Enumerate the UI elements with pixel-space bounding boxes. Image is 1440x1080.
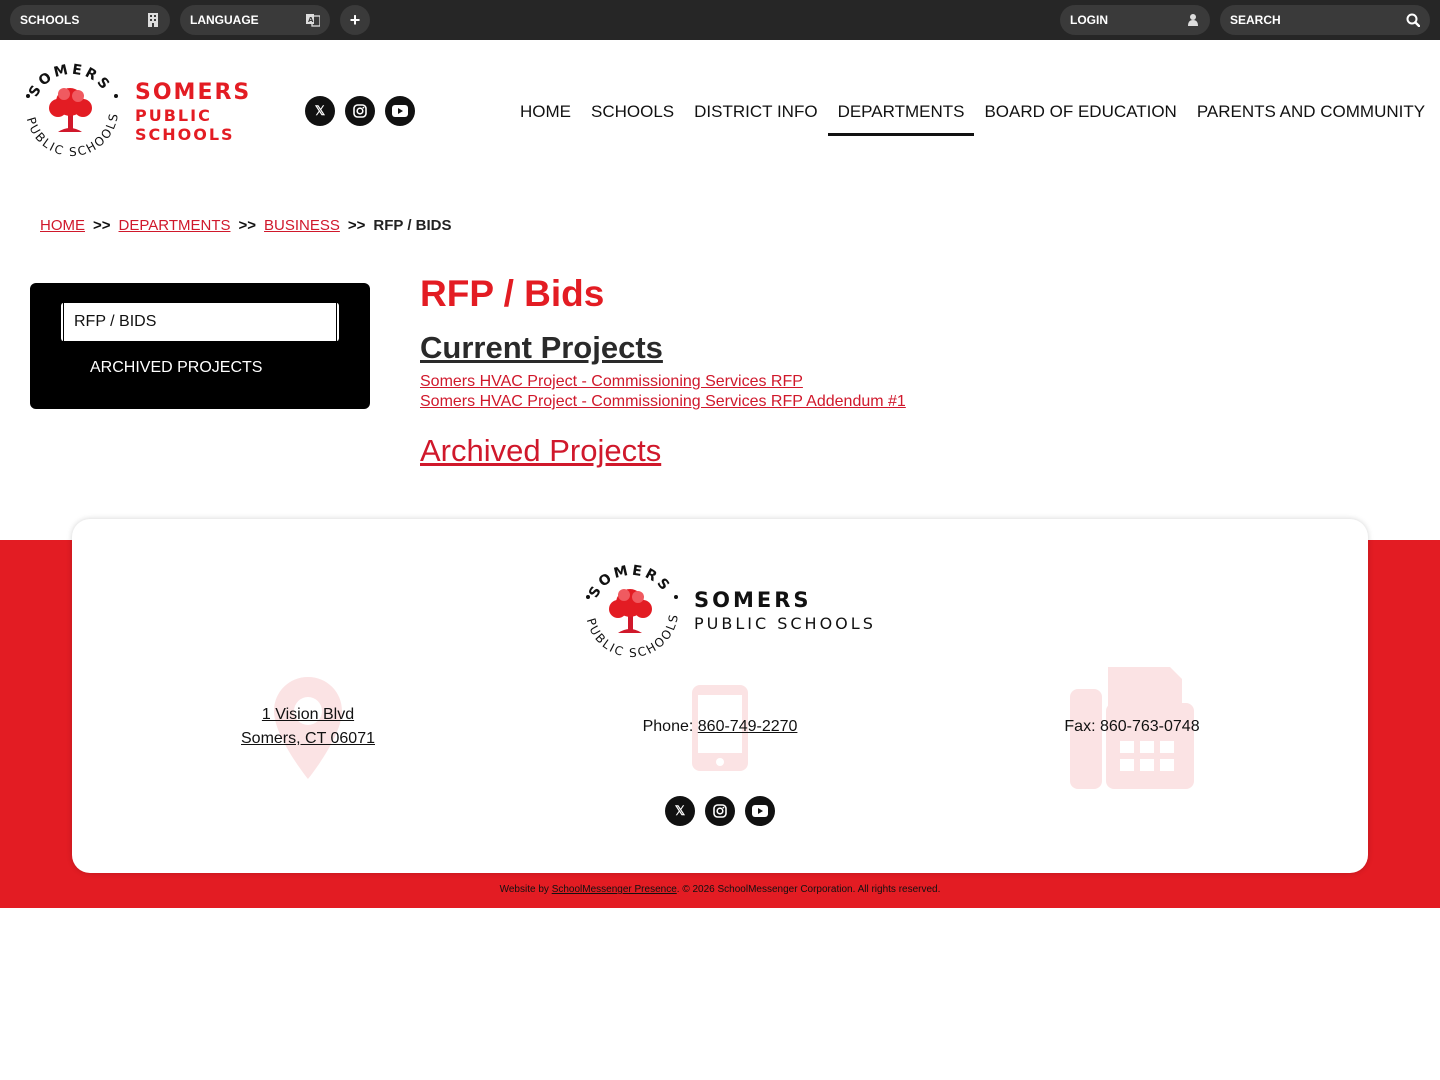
footer-district-name: SOMERS PUBLIC SCHOOLS (694, 587, 876, 635)
language-dropdown[interactable]: LANGUAGE A (180, 5, 330, 35)
copyright: Website by SchoolMessenger Presence. © 2… (0, 884, 1440, 895)
youtube-icon[interactable] (745, 796, 775, 826)
copyright-prefix: Website by (499, 884, 549, 895)
nav-parents-and-community[interactable]: PARENTS AND COMMUNITY (1187, 100, 1435, 136)
footer-fax: Fax: 860-763-0748 (1064, 718, 1200, 735)
main-navigation: HOME SCHOOLS DISTRICT INFO DEPARTMENTS B… (510, 100, 1435, 136)
footer-address: 1 Vision Blvd Somers, CT 06071 (202, 703, 414, 751)
schools-dropdown[interactable]: SCHOOLS (10, 5, 170, 35)
footer-social-links: 𝕏 (665, 796, 775, 826)
instagram-icon[interactable] (705, 796, 735, 826)
phone-number-link[interactable]: 860-749-2270 (698, 718, 798, 735)
breadcrumb-current: RFP / BIDS (373, 217, 452, 234)
copyright-suffix: . © 2026 SchoolMessenger Corporation. Al… (676, 884, 941, 895)
nav-departments[interactable]: DEPARTMENTS (827, 100, 975, 136)
breadcrumb-home[interactable]: HOME (40, 217, 85, 234)
building-icon (146, 13, 160, 27)
nav-schools[interactable]: SCHOOLS (581, 100, 684, 136)
search-box[interactable]: SEARCH (1220, 5, 1430, 35)
svg-text:A: A (308, 16, 314, 24)
district-name-line1: SOMERS (135, 80, 252, 105)
plus-icon[interactable]: + (340, 5, 370, 35)
section-sidebar: RFP / BIDS ARCHIVED PROJECTS (30, 283, 370, 409)
breadcrumb-business[interactable]: BUSINESS (264, 217, 340, 234)
district-name-line2: PUBLIC (135, 106, 212, 125)
schoolmessenger-link[interactable]: SchoolMessenger Presence (552, 884, 677, 895)
sidebar-item-rfp-bids[interactable]: RFP / BIDS (60, 303, 340, 341)
translate-icon: A (306, 13, 320, 27)
breadcrumb-departments[interactable]: DEPARTMENTS (119, 217, 231, 234)
current-projects-heading: Current Projects (420, 330, 663, 365)
footer-name-line2: PUBLIC SCHOOLS (694, 614, 876, 633)
search-icon[interactable] (1406, 13, 1420, 27)
user-icon (1186, 13, 1200, 27)
sidebar-item-archived-projects[interactable]: ARCHIVED PROJECTS (90, 359, 262, 377)
login-button[interactable]: LOGIN (1060, 5, 1210, 35)
footer-phone: Phone: 860-749-2270 (612, 715, 828, 739)
breadcrumb-separator: >> (93, 217, 111, 234)
login-label: LOGIN (1070, 13, 1108, 27)
archived-projects-link[interactable]: Archived Projects (420, 432, 906, 470)
address-line2[interactable]: Somers, CT 06071 (241, 730, 375, 747)
nav-board-of-education[interactable]: BOARD OF EDUCATION (974, 100, 1186, 136)
tree-icon (609, 589, 652, 633)
x-icon[interactable]: 𝕏 (665, 796, 695, 826)
district-name-line3: SCHOOLS (135, 125, 235, 144)
header-social-links: 𝕏 (305, 96, 415, 126)
x-icon[interactable]: 𝕏 (305, 96, 335, 126)
youtube-icon[interactable] (385, 96, 415, 126)
document-link[interactable]: Somers HVAC Project - Commissioning Serv… (420, 372, 906, 392)
page-title: RFP / Bids (420, 273, 605, 314)
instagram-icon[interactable] (345, 96, 375, 126)
schools-label: SCHOOLS (20, 13, 80, 27)
address-line1[interactable]: 1 Vision Blvd (262, 706, 354, 723)
breadcrumb-separator: >> (238, 217, 257, 234)
tree-icon (49, 88, 92, 132)
plus-label: + (349, 9, 361, 30)
page-content: RFP / Bids Current Projects Somers HVAC … (420, 272, 906, 470)
utility-bar: SCHOOLS LANGUAGE A + LOGIN SEARCH (0, 0, 1440, 40)
nav-home[interactable]: HOME (510, 100, 581, 136)
footer: SOMERS PUBLIC SCHOOLS SOMERS PUBLIC SCHO… (72, 519, 1368, 873)
nav-district-info[interactable]: DISTRICT INFO (684, 100, 827, 136)
breadcrumb: HOME >> DEPARTMENTS >> BUSINESS >> RFP /… (40, 217, 452, 234)
current-projects-list: Somers HVAC Project - Commissioning Serv… (420, 372, 906, 412)
search-label: SEARCH (1230, 13, 1281, 27)
breadcrumb-separator: >> (347, 217, 366, 234)
footer-name-line1: SOMERS (694, 588, 812, 612)
language-label: LANGUAGE (190, 13, 259, 27)
phone-label: Phone: (642, 718, 694, 735)
footer-logo[interactable]: SOMERS PUBLIC SCHOOLS (578, 559, 688, 667)
document-link[interactable]: Somers HVAC Project - Commissioning Serv… (420, 392, 906, 412)
district-name[interactable]: SOMERS PUBLIC SCHOOLS (135, 80, 251, 144)
